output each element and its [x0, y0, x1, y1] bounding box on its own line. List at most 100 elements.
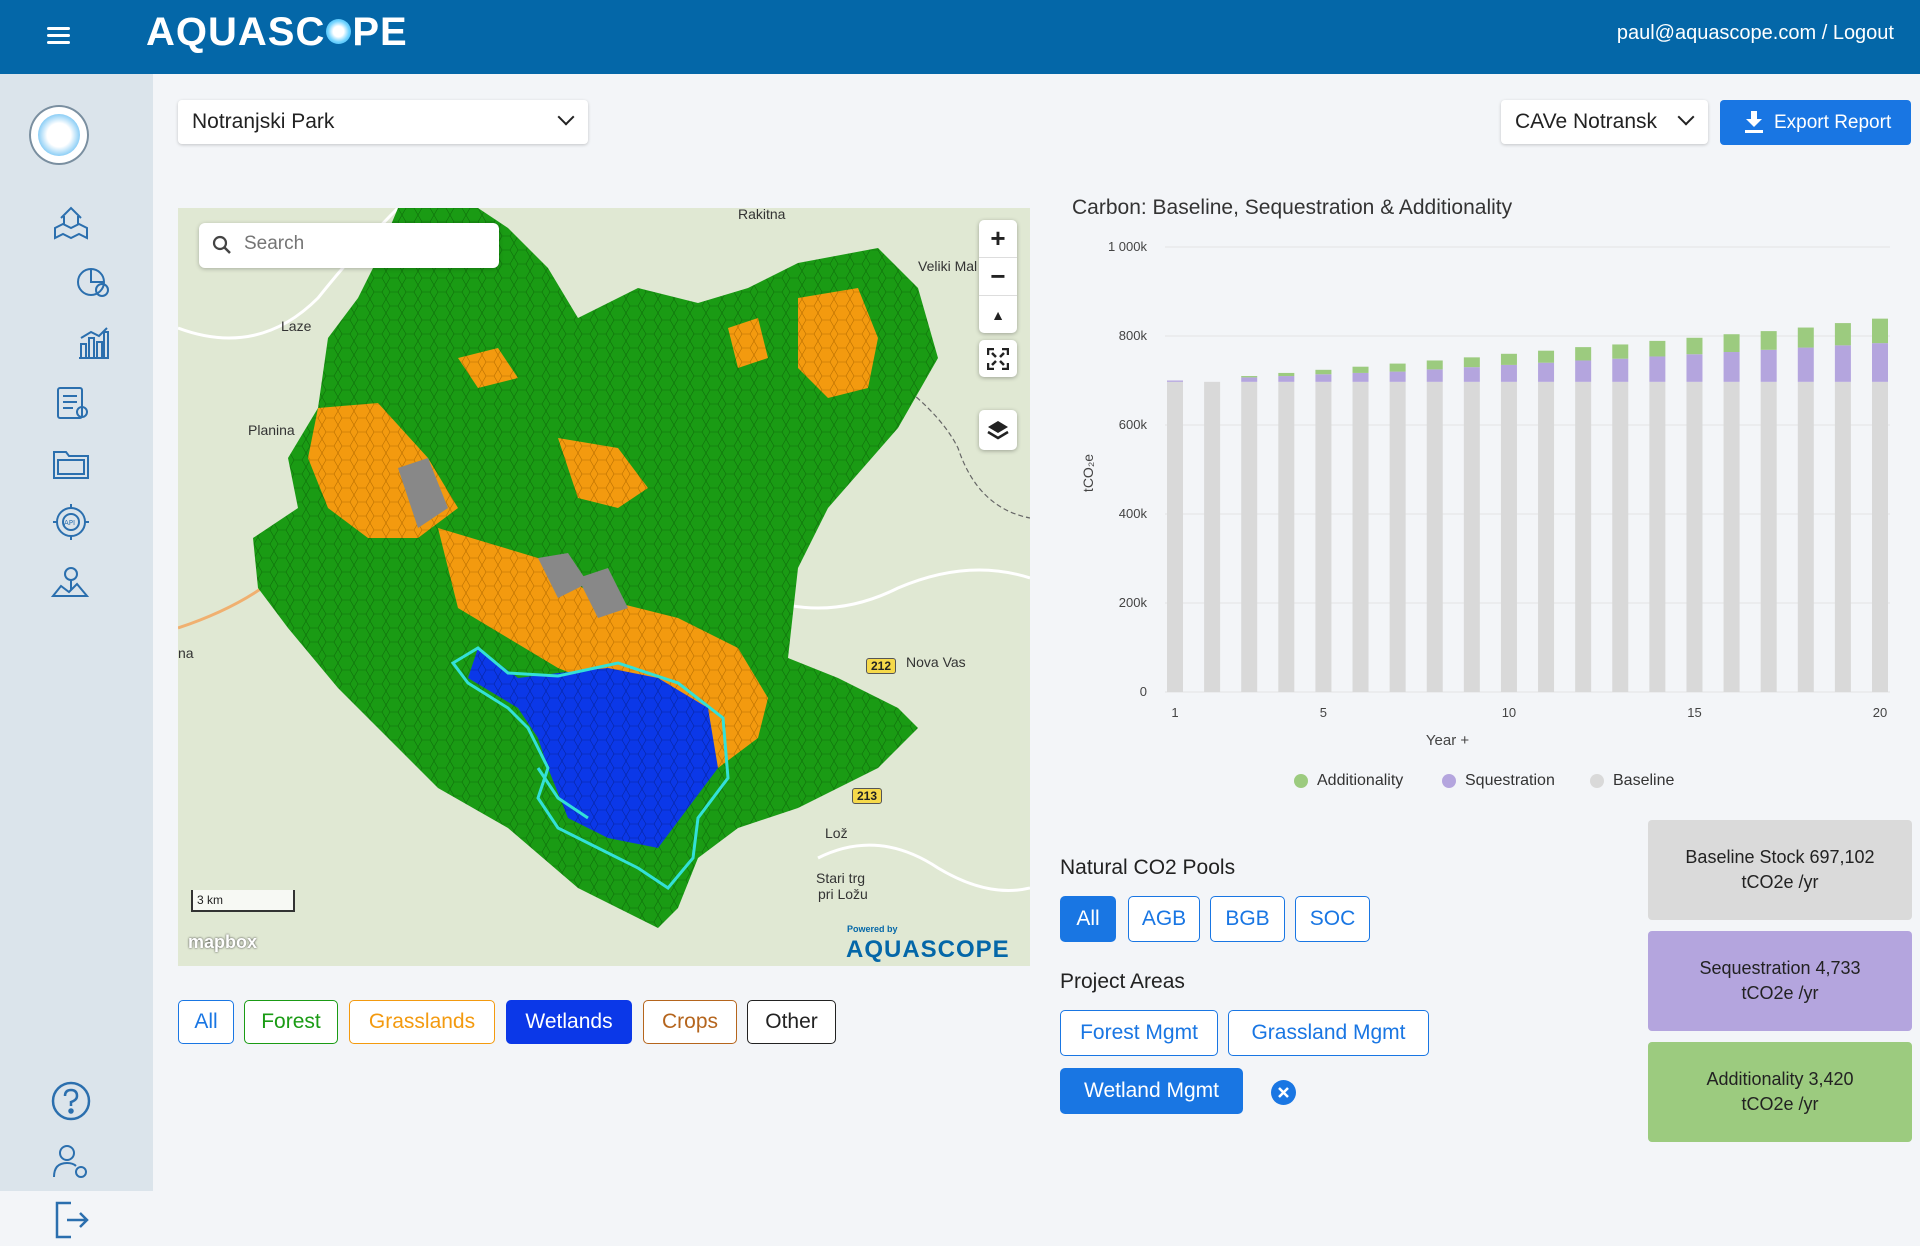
legend-label: Additionality	[1317, 772, 1404, 789]
avatar[interactable]	[29, 105, 89, 165]
place-label: Rakitna	[738, 208, 786, 222]
sequestration-card: Sequestration 4,733 tCO2e /yr	[1648, 931, 1912, 1031]
bar-squestration	[1872, 343, 1888, 382]
pool-agb-button[interactable]: AGB	[1128, 896, 1200, 942]
zoom-in-button[interactable]: +	[979, 220, 1017, 257]
bar-squestration	[1241, 377, 1258, 382]
bar-squestration	[1352, 372, 1369, 382]
road-number: 213	[852, 788, 883, 804]
bar-additionality	[1872, 318, 1888, 344]
fullscreen-icon	[987, 347, 1009, 370]
pool-all-button[interactable]: All	[1060, 896, 1116, 942]
bar-baseline	[1575, 381, 1592, 692]
filter-crops-button[interactable]: Crops	[643, 1000, 737, 1044]
grassland-mgmt-button[interactable]: Grassland Mgmt	[1228, 1010, 1429, 1056]
bar-squestration	[1760, 349, 1777, 382]
search-icon	[212, 235, 231, 254]
logout-icon[interactable]	[49, 1197, 93, 1241]
bar-additionality	[1389, 363, 1406, 372]
park-select-value: Notranjski Park	[192, 110, 335, 133]
baseline-stock-card: Baseline Stock 697,102 tCO2e /yr	[1648, 820, 1912, 920]
bar-additionality	[1649, 340, 1666, 357]
legend-baseline[interactable]: Baseline	[1590, 772, 1674, 790]
user-logout-link[interactable]: paul@aquascope.com / Logout	[1617, 22, 1894, 45]
bar-squestration	[1389, 371, 1406, 382]
user-settings-icon[interactable]	[49, 1139, 93, 1183]
filter-forest-button[interactable]: Forest	[244, 1000, 338, 1044]
compass-button[interactable]: ▲	[979, 295, 1017, 333]
clipboard-icon[interactable]	[49, 380, 93, 424]
project-map-icon[interactable]	[49, 198, 93, 242]
y-tick-label: 400k	[1119, 506, 1148, 521]
x-tick-label: 10	[1502, 705, 1516, 720]
layers-control	[979, 410, 1017, 450]
bar-baseline	[1389, 381, 1406, 692]
map-view[interactable]: + − ▲ Rakitna Veliki Mal Laze Planina na…	[178, 208, 1030, 966]
bar-additionality	[1241, 376, 1258, 378]
filter-wetlands-button[interactable]: Wetlands	[506, 1000, 632, 1044]
bar-additionality	[1834, 323, 1851, 346]
bar-baseline	[1278, 381, 1295, 692]
filter-grasslands-button[interactable]: Grasslands	[349, 1000, 495, 1044]
wetland-mgmt-button[interactable]: Wetland Mgmt	[1060, 1068, 1243, 1114]
bar-squestration	[1649, 356, 1666, 382]
layers-icon	[987, 421, 1009, 440]
forest-mgmt-button[interactable]: Forest Mgmt	[1060, 1010, 1218, 1056]
legend-label: Baseline	[1613, 772, 1675, 789]
bar-chart-icon[interactable]	[71, 320, 115, 364]
filter-all-button[interactable]: All	[178, 1000, 234, 1044]
bar-baseline	[1723, 381, 1740, 692]
zoom-out-button[interactable]: −	[979, 257, 1017, 295]
additionality-card: Additionality 3,420 tCO2e /yr	[1648, 1042, 1912, 1142]
cave-select[interactable]: CAVe Notransk	[1501, 100, 1708, 144]
pool-soc-button[interactable]: SOC	[1295, 896, 1370, 942]
place-label: na	[178, 645, 194, 661]
export-label: Export Report	[1774, 112, 1892, 133]
bar-additionality	[1797, 327, 1814, 348]
place-label: pri Ložu	[818, 886, 868, 902]
layers-button[interactable]	[979, 410, 1017, 450]
bar-additionality	[1352, 366, 1369, 373]
download-icon	[1745, 111, 1763, 133]
y-tick-label: 1 000k	[1108, 239, 1148, 254]
y-tick-label: 0	[1140, 684, 1147, 699]
x-tick-label: 15	[1687, 705, 1701, 720]
bar-squestration	[1575, 360, 1592, 382]
sidebar: API	[0, 74, 153, 1239]
bar-baseline	[1872, 381, 1888, 692]
mapbox-logo: mapbox	[188, 932, 258, 952]
menu-icon[interactable]	[44, 24, 74, 48]
chevron-down-icon	[1677, 108, 1695, 126]
pool-bgb-button[interactable]: BGB	[1210, 896, 1285, 942]
pie-chart-icon[interactable]	[71, 260, 115, 304]
y-tick-label: 800k	[1119, 328, 1148, 343]
park-select[interactable]: Notranjski Park	[178, 100, 588, 144]
place-label: Laze	[281, 318, 312, 334]
legend-additionality[interactable]: Additionality	[1294, 772, 1403, 790]
y-axis-label: tCO₂e	[1080, 454, 1096, 492]
bar-baseline	[1241, 381, 1258, 692]
map-pin-icon[interactable]	[49, 560, 93, 604]
folder-icon[interactable]	[49, 440, 93, 484]
svg-text:API: API	[64, 519, 75, 527]
bar-additionality	[1315, 369, 1332, 375]
legend-sequestration[interactable]: Squestration	[1442, 772, 1555, 790]
y-tick-label: 200k	[1119, 595, 1148, 610]
bar-baseline	[1426, 381, 1443, 692]
help-icon[interactable]	[49, 1079, 93, 1123]
bar-squestration	[1797, 347, 1814, 382]
bar-squestration	[1315, 374, 1332, 382]
filter-other-button[interactable]: Other	[747, 1000, 836, 1044]
remove-project-button[interactable]	[1271, 1080, 1296, 1105]
fullscreen-button[interactable]	[979, 340, 1017, 377]
road-number: 212	[866, 658, 897, 674]
map-search-box[interactable]	[199, 223, 499, 268]
api-gear-icon[interactable]: API	[49, 500, 93, 544]
bar-additionality	[1575, 347, 1592, 361]
bar-squestration	[1723, 352, 1740, 382]
bar-baseline	[1500, 381, 1517, 692]
bar-squestration	[1167, 380, 1183, 382]
bar-baseline	[1760, 381, 1777, 692]
export-report-button[interactable]: Export Report	[1720, 100, 1911, 145]
map-search-input[interactable]	[242, 232, 486, 256]
